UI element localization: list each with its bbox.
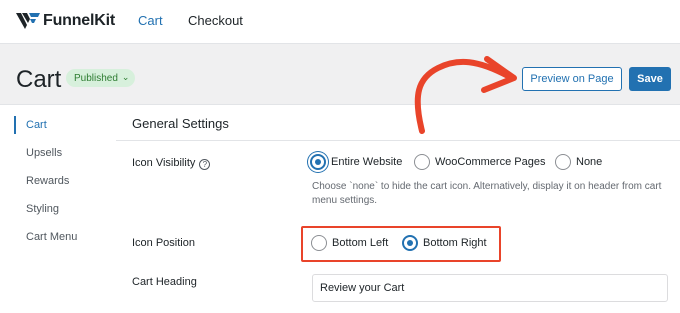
icon-visibility-label: Icon Visibility? (132, 157, 211, 170)
chevron-down-icon: ⌄ (121, 71, 130, 82)
sidebar-item-rewards[interactable]: Rewards (26, 175, 69, 187)
radio-bottom-right[interactable]: Bottom Right (402, 235, 487, 251)
radio-label: Bottom Left (332, 237, 389, 249)
preview-on-page-button[interactable]: Preview on Page (522, 67, 622, 91)
nav-tab-cart[interactable]: Cart (138, 13, 163, 28)
radio-label: Bottom Right (423, 237, 487, 249)
settings-card: Cart Upsells Rewards Styling Cart Menu G… (0, 104, 680, 313)
sidebar-item-upsells[interactable]: Upsells (26, 147, 62, 159)
cart-heading-input[interactable]: Review your Cart (312, 274, 668, 302)
radio-button-selected[interactable] (402, 235, 418, 251)
active-indicator (14, 116, 16, 134)
question-circle-icon[interactable]: ? (199, 159, 211, 170)
sidebar-item-cart-menu[interactable]: Cart Menu (26, 231, 77, 243)
radio-woocommerce-pages[interactable]: WooCommerce Pages (414, 154, 545, 170)
section-title: General Settings (132, 116, 229, 131)
funnelkit-logo-icon (16, 13, 40, 29)
radio-button[interactable] (555, 154, 571, 170)
icon-position-label: Icon Position (132, 237, 195, 249)
settings-sidebar: Cart Upsells Rewards Styling Cart Menu (0, 105, 110, 313)
radio-label: WooCommerce Pages (435, 156, 546, 168)
nav-tab-checkout[interactable]: Checkout (188, 13, 243, 28)
page-title: Cart (16, 66, 62, 93)
cart-heading-label: Cart Heading (132, 276, 197, 288)
radio-button[interactable] (414, 154, 430, 170)
icon-visibility-help-text: Choose `none` to hide the cart icon. Alt… (312, 181, 662, 206)
status-badge-label: Published (74, 72, 118, 84)
radio-entire-website[interactable]: Entire Website (310, 154, 402, 170)
radio-button[interactable] (311, 235, 327, 251)
status-badge[interactable]: Published ⌄ (66, 69, 136, 87)
sidebar-item-cart[interactable]: Cart (26, 119, 47, 131)
save-button[interactable]: Save (629, 67, 671, 91)
radio-bottom-left[interactable]: Bottom Left (311, 235, 388, 251)
top-bar: FunnelKit Cart Checkout (0, 0, 680, 44)
section-divider (116, 140, 680, 141)
sidebar-item-styling[interactable]: Styling (26, 203, 59, 215)
logo-text: FunnelKit (43, 12, 115, 29)
radio-label: Entire Website (331, 156, 403, 168)
radio-none[interactable]: None (555, 154, 602, 170)
radio-label: None (576, 156, 603, 168)
funnelkit-logo[interactable]: FunnelKit (16, 10, 115, 32)
radio-button-selected[interactable] (310, 154, 326, 170)
